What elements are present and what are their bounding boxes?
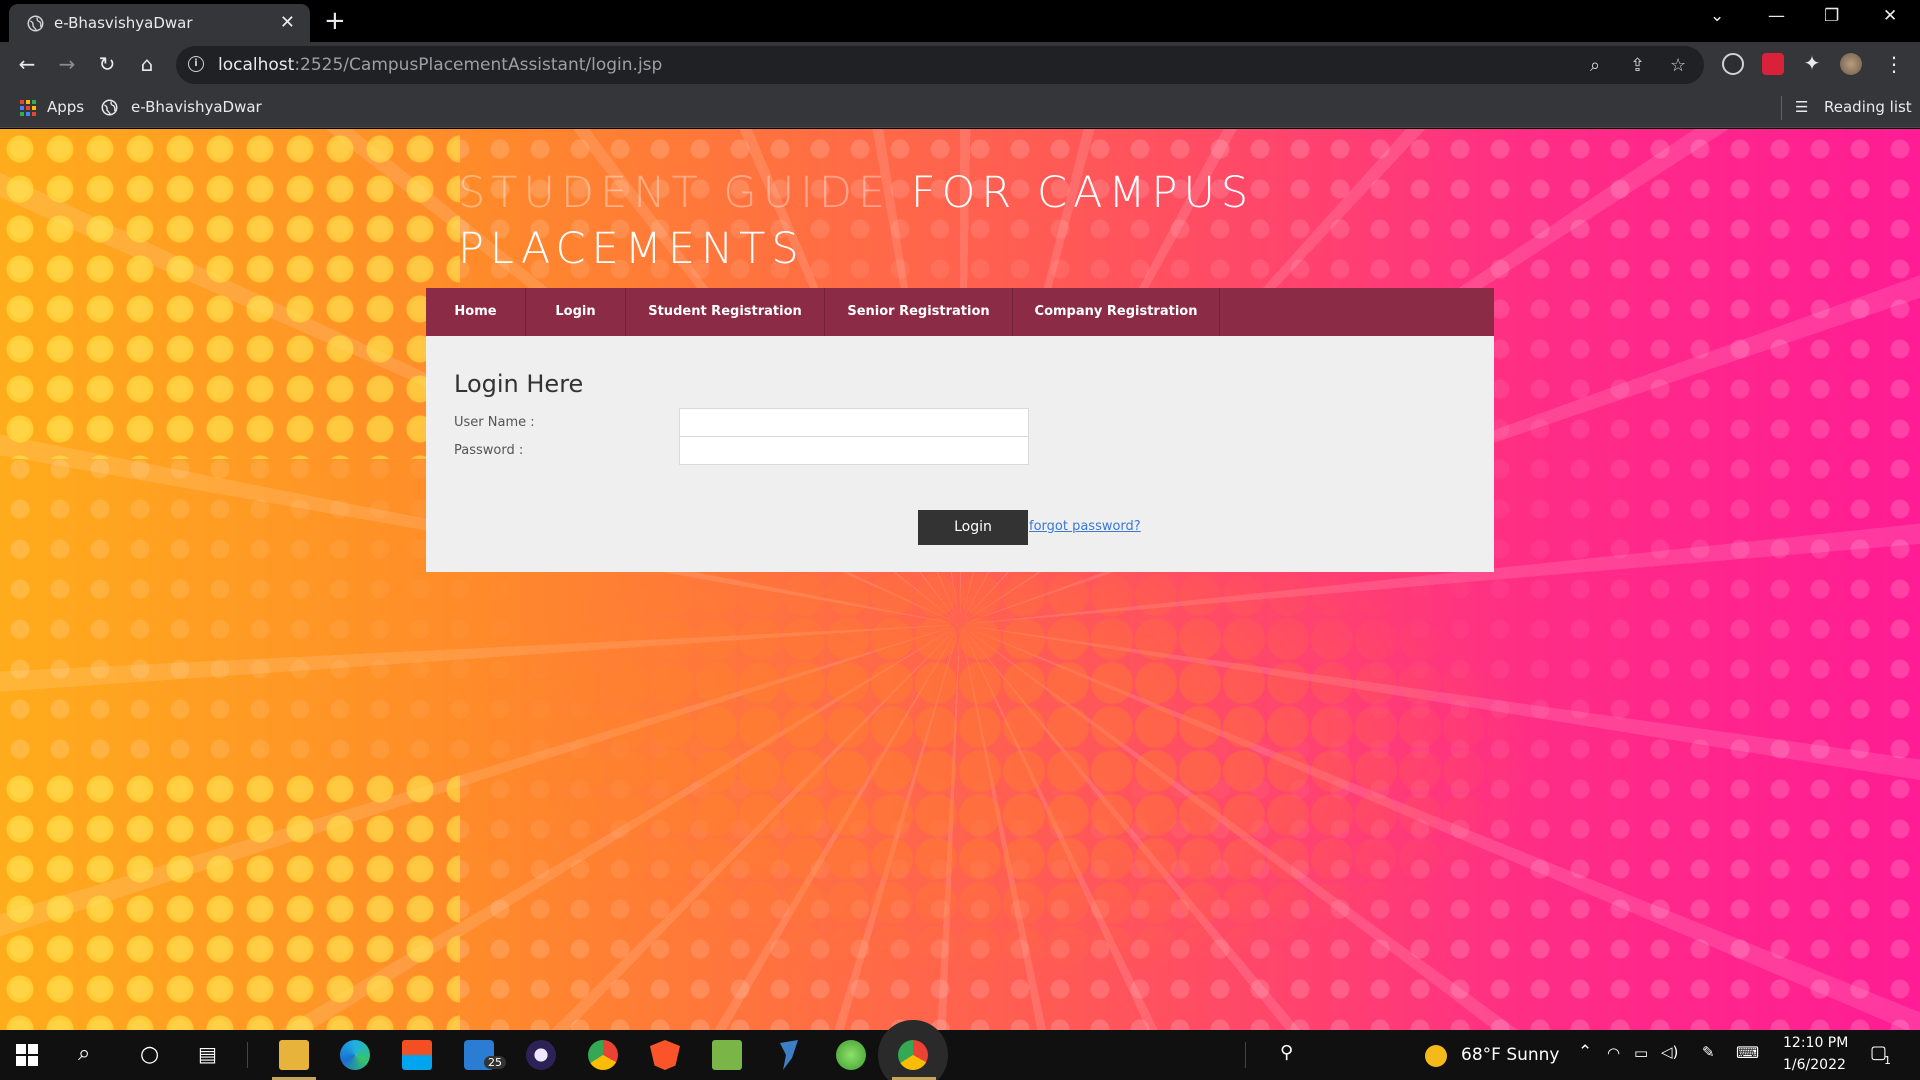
reading-list-icon[interactable]: ☰ [1795,98,1808,116]
keyboard-icon[interactable]: ⌨ [1736,1043,1759,1062]
username-label: User Name : [454,415,535,430]
browser-tab-active[interactable]: e-BhasvishyaDwar ✕ [9,4,310,42]
edge-icon[interactable] [340,1040,370,1070]
globe-icon [27,15,44,32]
spring-tools-icon[interactable] [836,1040,866,1070]
nav-company-registration[interactable]: Company Registration [1013,288,1220,336]
address-url[interactable]: localhost:2525/CampusPlacementAssistant/… [218,55,662,75]
password-input[interactable] [679,436,1029,465]
brave-icon[interactable] [650,1040,680,1070]
site-title-line2: PLACEMENTS [458,224,805,274]
mysql-dolphin-icon[interactable] [780,1040,798,1070]
site-title: STUDENT GUIDE FOR CAMPUS PLACEMENTS [458,165,1358,277]
tab-close-icon[interactable]: ✕ [280,12,295,33]
browser-toolbar: ← → ↻ ⌂ i localhost:2525/CampusPlacement… [0,42,1920,88]
login-button[interactable]: Login [918,510,1028,545]
file-explorer-icon[interactable] [279,1040,309,1070]
chrome-icon[interactable] [588,1040,618,1070]
microsoft-store-icon[interactable] [402,1040,432,1070]
clock-date[interactable]: 1/6/2022 [1783,1057,1846,1073]
tab-strip: e-BhasvishyaDwar ✕ + ⌄ — ❐ ✕ [0,0,1920,42]
site-title-part2: FOR CAMPUS [910,168,1255,218]
people-icon[interactable]: ⚲ [1280,1042,1293,1063]
restore-icon[interactable]: ❐ [1824,6,1839,26]
back-arrow-icon[interactable]: ← [15,52,39,76]
forward-arrow-icon[interactable]: → [55,52,79,76]
site-title-part1: STUDENT GUIDE [458,168,892,218]
nav-student-registration[interactable]: Student Registration [626,288,825,336]
extension-red-icon[interactable] [1762,53,1784,75]
site-info-icon[interactable]: i [188,56,204,72]
share-icon[interactable]: ⇪ [1630,55,1645,76]
eclipse-icon[interactable] [526,1040,556,1070]
clock-time[interactable]: 12:10 PM [1783,1035,1848,1051]
search-icon[interactable]: ⌕ [78,1041,90,1066]
mail-badge: 25 [484,1056,506,1069]
cortana-circle-icon[interactable]: ○ [140,1042,159,1067]
reading-list-button[interactable]: Reading list [1824,98,1912,116]
home-icon[interactable]: ⌂ [135,52,159,76]
menu-kebab-icon[interactable]: ⋮ [1882,52,1906,76]
bookmark-site[interactable]: e-BhavishyaDwar [131,98,262,116]
bookmark-apps[interactable]: Apps [47,98,84,116]
task-view-icon[interactable]: ▤ [198,1042,217,1066]
background-yellow-dots [0,129,460,459]
extension-grammar-icon[interactable] [1722,53,1744,75]
background-center-dots [430,529,1530,979]
battery-icon[interactable]: ▭ [1634,1044,1648,1062]
bookmark-star-icon[interactable]: ☆ [1670,55,1686,76]
close-window-icon[interactable]: ✕ [1883,6,1897,26]
background-yellow-dots-bottom [0,769,460,1030]
apps-grid-icon[interactable] [20,100,36,116]
chrome-active-icon[interactable] [898,1040,928,1070]
zoom-icon[interactable]: ⌕ [1590,55,1600,76]
windows-start-icon[interactable] [16,1044,38,1066]
divider [1781,96,1782,120]
tab-title: e-BhasvishyaDwar [54,14,193,32]
login-heading: Login Here [454,370,584,398]
extensions-puzzle-icon[interactable]: ✦ [1800,51,1824,75]
weather-text[interactable]: 68°F Sunny [1461,1045,1560,1065]
address-bar[interactable]: i localhost:2525/CampusPlacementAssistan… [176,46,1704,84]
wifi-icon[interactable]: ◠ [1607,1044,1620,1062]
new-tab-plus-icon[interactable]: + [324,6,346,36]
weather-sun-icon[interactable] [1425,1045,1447,1067]
reload-icon[interactable]: ↻ [95,52,119,76]
tray-chevron-icon[interactable]: ⌃ [1578,1042,1592,1062]
minimize-icon[interactable]: — [1768,6,1785,26]
username-input[interactable] [679,408,1029,437]
forgot-password-link[interactable]: forgot password? [1029,519,1141,534]
tab-search-chevron-icon[interactable]: ⌄ [1710,6,1724,26]
notepad-plus-icon[interactable] [712,1040,742,1070]
main-nav: Home Login Student Registration Senior R… [426,288,1494,336]
divider [247,1042,248,1068]
nav-home[interactable]: Home [426,288,526,336]
page-viewport: STUDENT GUIDE FOR CAMPUS PLACEMENTS Home… [0,129,1920,1030]
nav-senior-registration[interactable]: Senior Registration [825,288,1013,336]
windows-taskbar: ⌕ ○ ▤ 25 ⚲ 68°F Sunny ⌃ ◠ ▭ ◁) ✎ ⌨ 12:10… [0,1030,1920,1080]
globe-icon [101,99,118,116]
login-panel: Login Here User Name : Password : Login … [426,336,1494,572]
pen-icon[interactable]: ✎ [1702,1043,1715,1061]
notification-count: 1 [1884,1054,1891,1067]
bookmarks-bar: Apps e-BhavishyaDwar ☰ Reading list [0,88,1920,128]
profile-avatar[interactable] [1840,53,1862,75]
password-label: Password : [454,443,524,458]
volume-icon[interactable]: ◁) [1661,1043,1678,1061]
divider [1245,1042,1246,1068]
nav-login[interactable]: Login [526,288,626,336]
